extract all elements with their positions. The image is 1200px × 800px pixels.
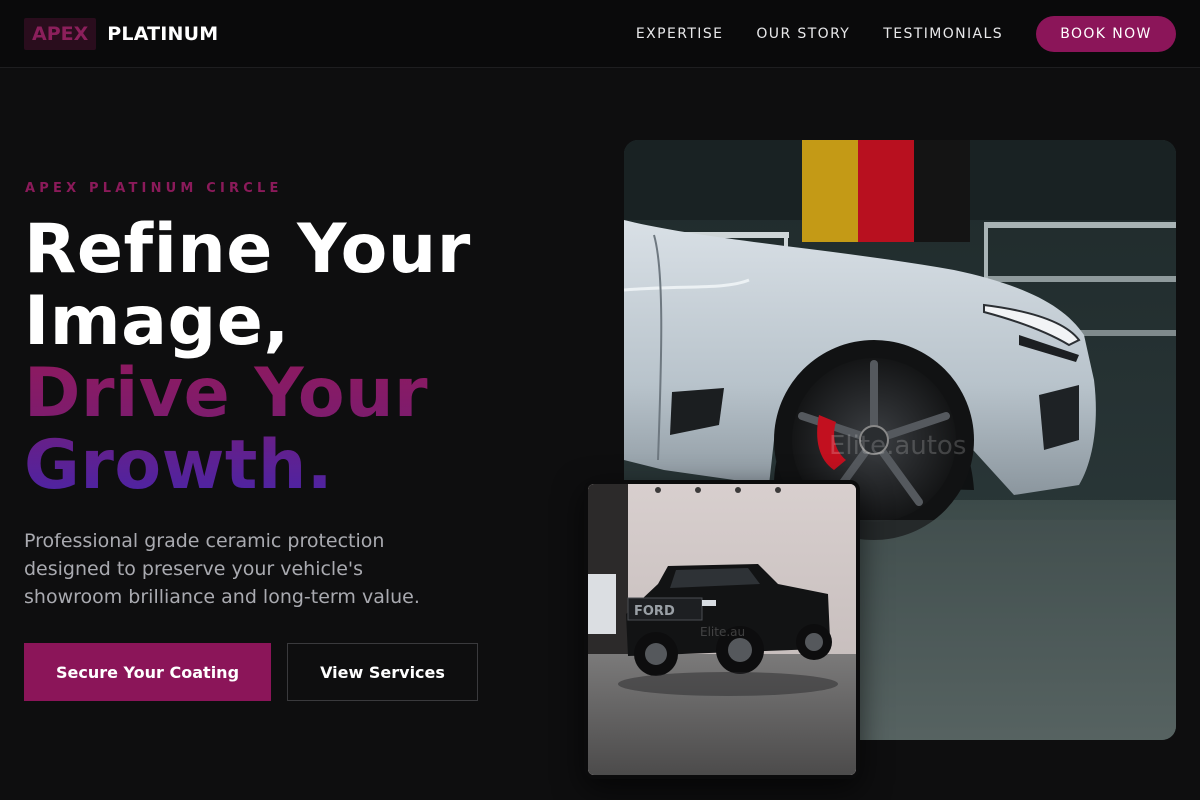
headline-line-2: Image,: [24, 282, 290, 361]
black-pickup-truck-image: FORD Elite.au: [588, 484, 856, 775]
top-navbar: APEX PLATINUM EXPERTISE OUR STORY TESTIM…: [0, 0, 1200, 68]
brand-name: PLATINUM: [107, 23, 219, 45]
hero-lead-text: Professional grade ceramic protection de…: [24, 530, 420, 608]
main-watermark: Elite.autos: [829, 431, 966, 461]
nav-link-testimonials[interactable]: TESTIMONIALS: [883, 26, 1003, 42]
view-services-button[interactable]: View Services: [287, 643, 478, 701]
truck-grille-text: FORD: [634, 604, 675, 619]
secure-coating-button[interactable]: Secure Your Coating: [24, 643, 271, 701]
nav-link-our-story[interactable]: OUR STORY: [756, 26, 850, 42]
headline-line-3: Drive Your: [24, 358, 584, 430]
hero-eyebrow: APEX PLATINUM CIRCLE: [25, 181, 283, 196]
nav-link-expertise[interactable]: EXPERTISE: [636, 26, 723, 42]
book-now-button[interactable]: BOOK NOW: [1036, 16, 1176, 52]
brand-logo[interactable]: APEX PLATINUM: [24, 18, 218, 50]
inset-watermark: Elite.au: [700, 625, 745, 639]
brand-badge: APEX: [24, 18, 97, 50]
hero-truck-photo: FORD Elite.au: [584, 480, 860, 779]
nav-links: EXPERTISE OUR STORY TESTIMONIALS BOOK NO…: [636, 0, 1176, 68]
headline-line-4: Growth.: [24, 430, 584, 502]
headline-line-1: Refine Your: [24, 210, 471, 289]
hero-headline: Refine Your Image, Drive Your Growth.: [24, 214, 584, 502]
